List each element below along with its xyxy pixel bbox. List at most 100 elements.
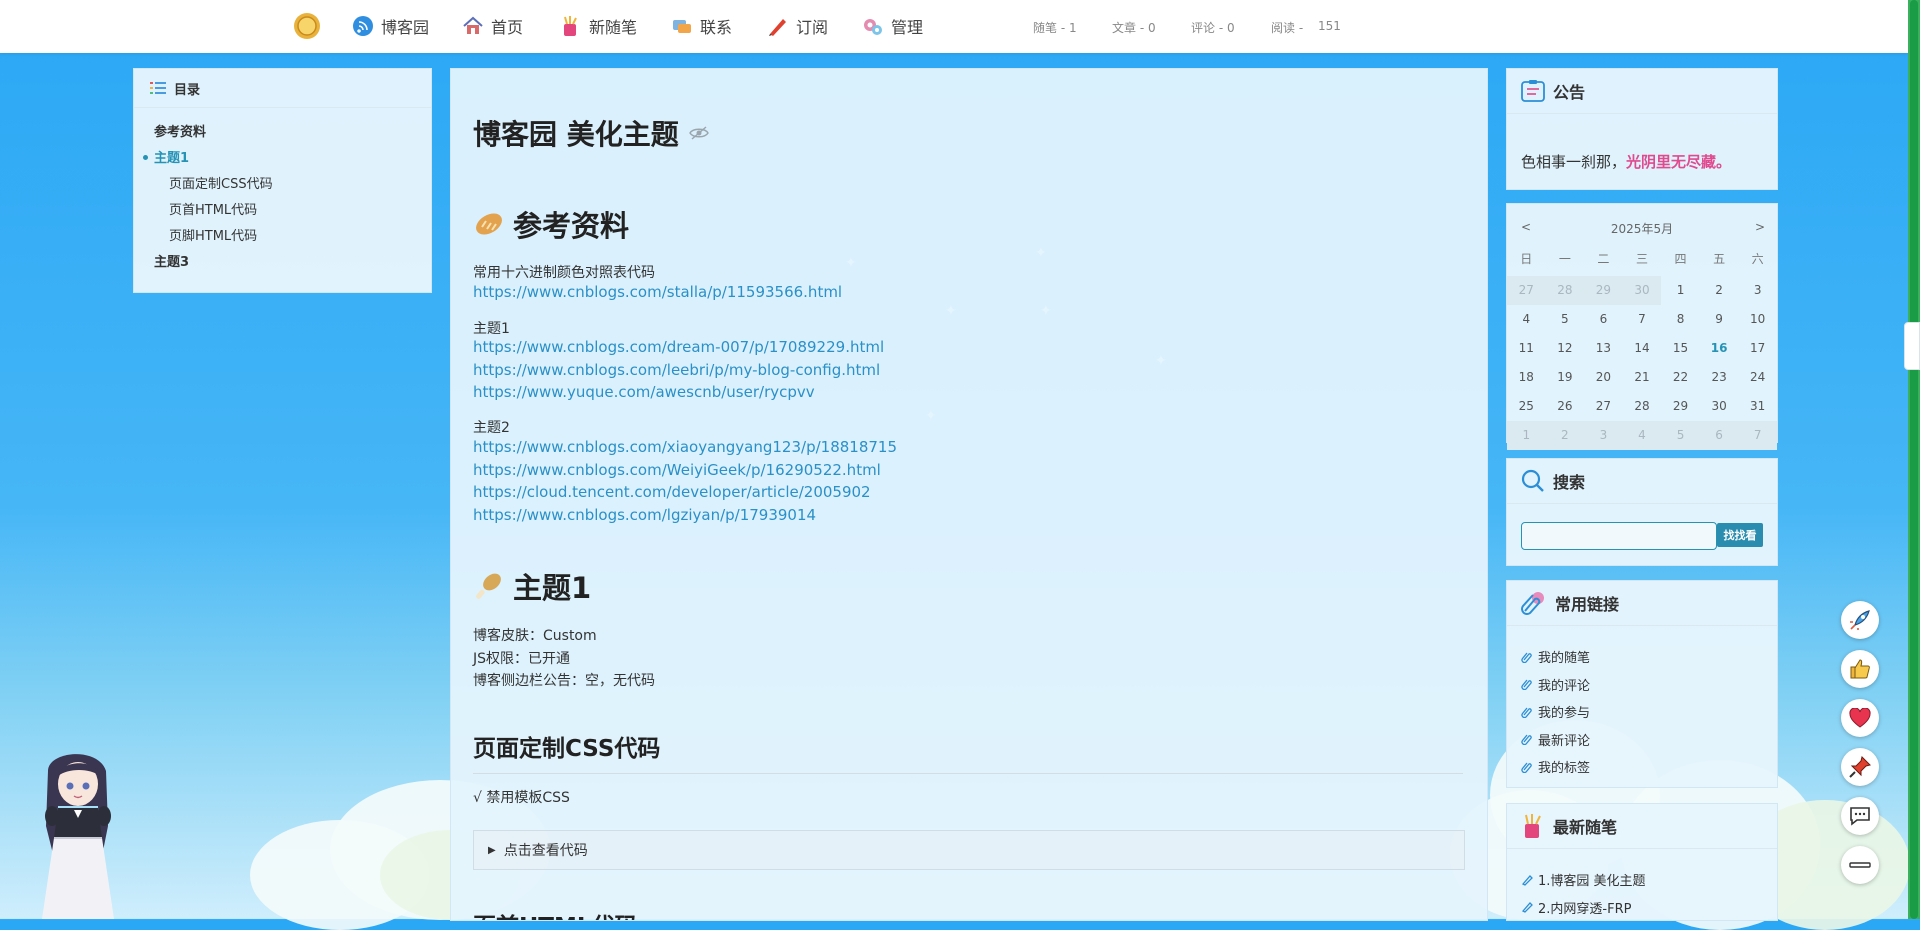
back-to-top-button[interactable] [1841,601,1879,639]
calendar-day[interactable]: 3 [1584,421,1623,450]
calendar-day[interactable]: 14 [1623,334,1662,363]
calendar-day[interactable]: 21 [1623,363,1662,392]
link-label: 最新评论 [1538,733,1591,749]
like-button[interactable] [1841,650,1879,688]
common-link-item[interactable]: 最新评论 [1521,726,1590,754]
toc-item-references[interactable]: 参考资料 [154,120,431,146]
calendar-day[interactable]: 10 [1738,305,1777,334]
calendar-day[interactable]: 27 [1507,276,1546,305]
search-button[interactable]: 找找看 [1717,523,1763,547]
theme2-link[interactable]: https://www.cnblogs.com/WeiyiGeek/p/1629… [473,461,881,479]
calendar-day[interactable]: 1 [1661,276,1700,305]
pen-icon [1521,902,1533,914]
calendar-day[interactable]: 29 [1661,392,1700,421]
hidden-eye-icon [688,126,709,140]
pin-button[interactable] [1841,748,1879,786]
common-link-item[interactable]: 我的随笔 [1521,643,1590,671]
toc-item-css[interactable]: 页面定制CSS代码 [154,172,431,198]
calendar-day[interactable]: 15 [1661,334,1700,363]
nav-item-cnblogs[interactable]: 博客园 [352,13,429,39]
calendar-day[interactable]: 6 [1584,305,1623,334]
nav-item-home[interactable]: 首页 [462,13,523,39]
calendar-day[interactable]: 28 [1623,392,1662,421]
calendar-day[interactable]: 17 [1738,334,1777,363]
toc-item-theme1[interactable]: 主题1 [143,146,431,172]
calendar-day[interactable]: 2 [1700,276,1739,305]
list-icon [150,82,166,94]
calendar-day[interactable]: 30 [1700,392,1739,421]
common-link-item[interactable]: 我的标签 [1521,753,1590,781]
post-title-text: 博客园 美化主题 [473,118,679,151]
nav-item-manage[interactable]: 管理 [862,13,923,39]
scrollbar-thumb[interactable] [1910,0,1918,919]
calendar-day[interactable]: 23 [1700,363,1739,392]
search-input[interactable] [1521,522,1717,550]
calendar-day[interactable]: 6 [1699,421,1739,450]
calendar-day[interactable]: 25 [1507,392,1546,421]
calendar-day[interactable]: 7 [1738,421,1777,450]
theme1-link[interactable]: https://www.yuque.com/awescnb/user/rycpv… [473,383,815,401]
thumbs-up-icon [1850,659,1870,679]
favorite-button[interactable] [1841,699,1879,737]
nav-item-new-post[interactable]: 新随笔 [560,13,637,39]
recent-post-item[interactable]: 1.博客园 美化主题 [1521,866,1646,894]
nav-label: 新随笔 [589,18,638,37]
page-scrollbar[interactable] [1908,0,1920,919]
calendar-dow: 五 [1713,252,1726,266]
calendar-day[interactable]: 3 [1738,276,1777,305]
calendar-day[interactable]: 2 [1545,421,1585,450]
comment-button[interactable] [1841,797,1879,835]
calendar-day[interactable]: 31 [1738,392,1777,421]
theme2-link[interactable]: https://cloud.tencent.com/developer/arti… [473,483,871,501]
theme2-link[interactable]: https://www.cnblogs.com/xiaoyangyang123/… [473,438,897,456]
toc-item-header-html[interactable]: 页首HTML代码 [154,198,431,224]
side-drawer-handle[interactable] [1904,322,1920,370]
calendar-day[interactable]: 8 [1661,305,1700,334]
calendar-day[interactable]: 4 [1507,305,1546,334]
calendar-day[interactable]: 19 [1546,363,1585,392]
calendar-day[interactable]: 1 [1507,421,1546,450]
calendar-day[interactable]: 4 [1622,421,1662,450]
nav-item-contact[interactable]: 联系 [671,13,732,39]
calendar-day[interactable]: 24 [1738,363,1777,392]
collapse-button[interactable] [1841,846,1879,884]
toc-item-footer-html[interactable]: 页脚HTML代码 [154,224,431,250]
code-details-toggle[interactable]: ▶ 点击查看代码 [473,830,1465,870]
calendar-day-today[interactable]: 16 [1700,334,1739,363]
notice-text: 色相事一刹那，光阴里无尽藏。 [1521,151,1731,172]
toc-item-theme3[interactable]: 主题3 [154,250,431,276]
page: { "nav": { "items": [ {"label": "博客园", "… [0,0,1920,930]
nav-item-subscribe[interactable]: 订阅 [767,13,828,39]
calendar-day[interactable]: 11 [1507,334,1546,363]
common-link-item[interactable]: 我的评论 [1521,671,1590,699]
calendar-day[interactable]: 9 [1700,305,1739,334]
calendar-day[interactable]: 26 [1546,392,1585,421]
calendar-day[interactable]: 5 [1661,421,1700,450]
calendar-day[interactable]: 22 [1661,363,1700,392]
calendar-day[interactable]: 13 [1584,334,1623,363]
common-link-item[interactable]: 我的参与 [1521,698,1590,726]
calendar-day[interactable]: 5 [1546,305,1585,334]
recent-post-item[interactable]: 2.内网穿透-FRP [1521,894,1646,922]
theme1-link[interactable]: https://www.cnblogs.com/dream-007/p/1708… [473,338,884,356]
calendar-day[interactable]: 12 [1546,334,1585,363]
theme2-link[interactable]: https://www.cnblogs.com/lgziyan/p/179390… [473,506,816,524]
ref-link[interactable]: https://www.cnblogs.com/stalla/p/1159356… [473,283,842,301]
calendar-day[interactable]: 7 [1623,305,1662,334]
calendar-dow: 六 [1751,252,1764,266]
toc-header: 目录 [134,69,431,108]
calendar-day[interactable]: 20 [1584,363,1623,392]
calendar-day[interactable]: 30 [1622,276,1662,305]
calendar-day[interactable]: 18 [1507,363,1546,392]
links-panel: 常用链接 我的随笔 我的评论 我的参与 最新评论 我的标签 [1506,580,1778,788]
calendar-next-button[interactable]: > [1755,220,1765,234]
links-list: 我的随笔 我的评论 我的参与最新评论我的标签 [1521,643,1590,781]
calendar-day[interactable]: 27 [1584,392,1623,421]
post-title: 博客园 美化主题 [473,113,709,153]
calendar-day[interactable]: 29 [1584,276,1623,305]
theme1-link[interactable]: https://www.cnblogs.com/leebri/p/my-blog… [473,361,880,379]
sun-logo-icon[interactable] [292,11,322,41]
recent-post-label: 2.内网穿透-FRP [1538,901,1632,917]
calendar-day[interactable]: 28 [1545,276,1585,305]
calendar-month: 2025年5月 [1610,222,1674,236]
